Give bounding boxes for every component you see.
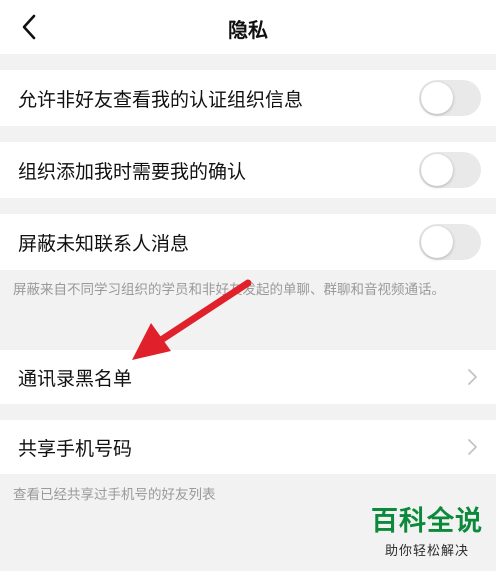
org-confirm-label: 组织添加我时需要我的确认 [18, 160, 247, 183]
watermark-main-text: 百科全说 [371, 506, 483, 537]
allow-non-friends-label: 允许非好友查看我的认证组织信息 [18, 88, 304, 111]
toggle-knob [421, 154, 453, 186]
page-title: 隐私 [228, 18, 268, 42]
share-phone-note: 查看已经共享过手机号的好友列表 [13, 487, 216, 503]
block-unknown-row: 屏蔽未知联系人消息 [0, 214, 496, 270]
org-confirm-row: 组织添加我时需要我的确认 [0, 142, 496, 198]
watermark-logo: 百科全说 助你轻松解决 [364, 506, 490, 566]
chevron-right-icon [468, 439, 477, 455]
share-phone-row[interactable]: 共享手机号码 [0, 420, 496, 474]
header-bar: 隐私 [0, 0, 496, 54]
allow-non-friends-row: 允许非好友查看我的认证组织信息 [0, 70, 496, 126]
share-phone-label: 共享手机号码 [18, 437, 133, 460]
chevron-right-icon [468, 369, 477, 385]
block-unknown-toggle[interactable] [419, 224, 481, 260]
blacklist-row[interactable]: 通讯录黑名单 [0, 350, 496, 404]
watermark-sub-text: 助你轻松解决 [384, 544, 469, 559]
blacklist-label: 通讯录黑名单 [18, 367, 133, 390]
toggle-knob [421, 226, 453, 258]
block-unknown-label: 屏蔽未知联系人消息 [18, 232, 190, 255]
block-unknown-note: 屏蔽来自不同学习组织的学员和非好友发起的单聊、群聊和音视频通话。 [13, 282, 445, 298]
toggle-knob [421, 82, 453, 114]
allow-non-friends-toggle[interactable] [419, 80, 481, 116]
org-confirm-toggle[interactable] [419, 152, 481, 188]
